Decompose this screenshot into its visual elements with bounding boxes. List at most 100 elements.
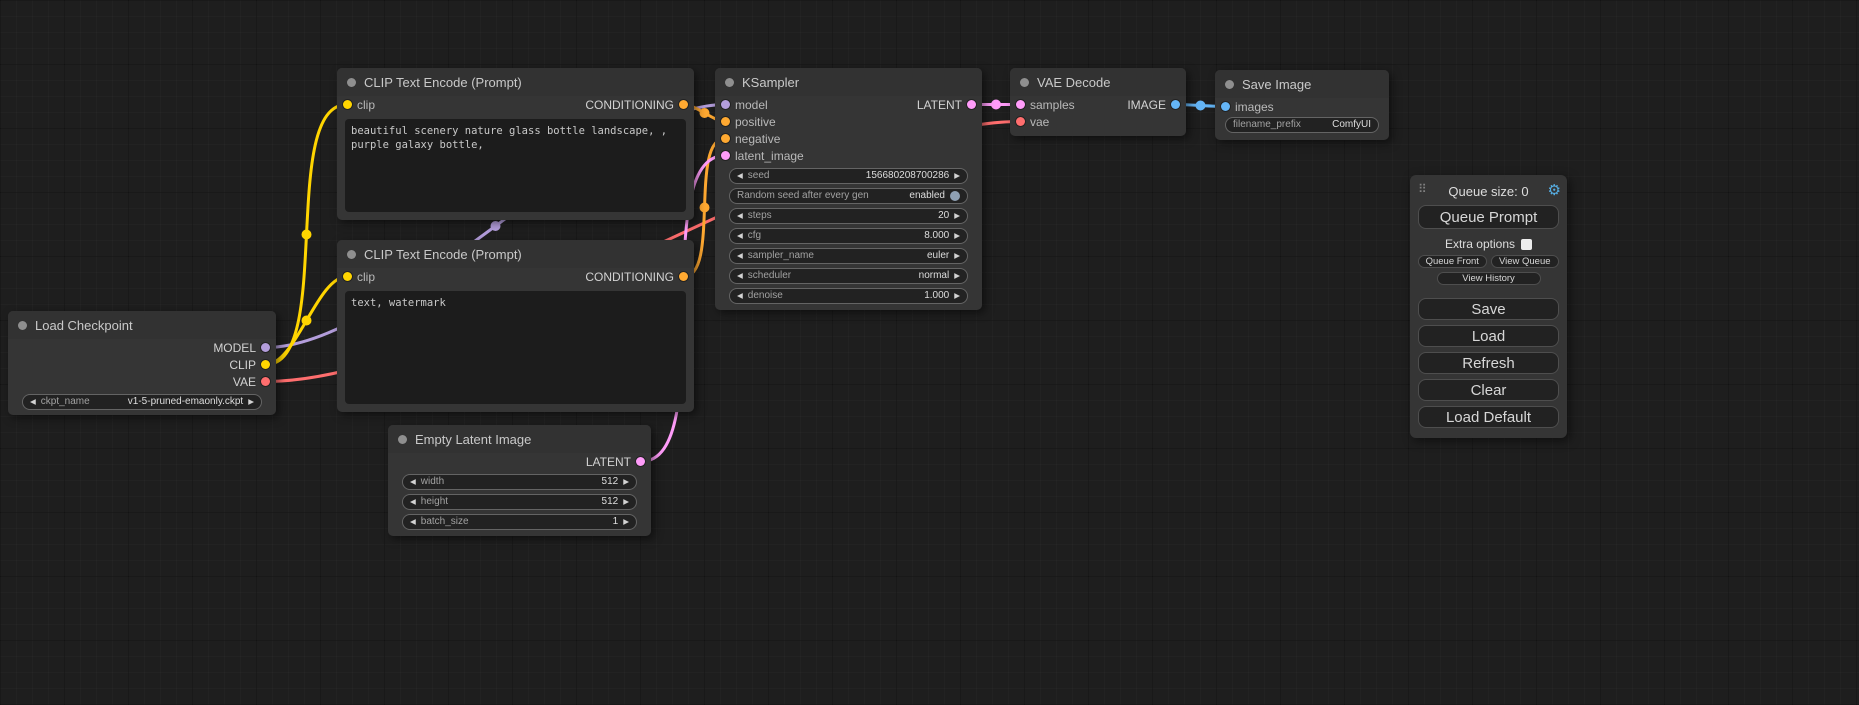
collapse-dot-icon[interactable]	[347, 250, 356, 259]
output-slot-conditioning[interactable]: CONDITIONING	[585, 98, 688, 112]
output-dot-model[interactable]	[261, 343, 270, 352]
widget-seed[interactable]: ◀ seed 156680208700286 ▶	[729, 168, 968, 184]
output-dot-vae[interactable]	[261, 377, 270, 386]
refresh-button[interactable]: Refresh	[1418, 352, 1559, 374]
graph-canvas[interactable]: Load Checkpoint MODEL CLIP VAE ◀ ckpt_na…	[0, 0, 1859, 705]
collapse-dot-icon[interactable]	[725, 78, 734, 87]
node-clip-text-encode-positive[interactable]: CLIP Text Encode (Prompt) clip CONDITION…	[337, 68, 694, 220]
node-title-bar[interactable]: CLIP Text Encode (Prompt)	[337, 240, 694, 268]
decrement-arrow-icon[interactable]: ◀	[737, 172, 743, 180]
link-dot-positive-conditioning[interactable]	[700, 108, 710, 118]
output-slot-vae[interactable]: VAE	[233, 375, 270, 389]
settings-gear-icon[interactable]: ⚙	[1548, 181, 1561, 199]
widget-height[interactable]: ◀ height 512 ▶	[402, 494, 637, 510]
input-dot-positive[interactable]	[721, 117, 730, 126]
output-slot-conditioning[interactable]: CONDITIONING	[585, 270, 688, 284]
input-dot-clip[interactable]	[343, 272, 352, 281]
node-title-bar[interactable]: Save Image	[1215, 70, 1389, 98]
input-slot-model[interactable]: model	[721, 98, 768, 112]
output-dot-image[interactable]	[1171, 100, 1180, 109]
toggle-indicator-icon[interactable]	[950, 191, 960, 201]
output-dot-clip[interactable]	[261, 360, 270, 369]
combo-left-arrow-icon[interactable]: ◀	[737, 272, 743, 280]
decrement-arrow-icon[interactable]: ◀	[737, 212, 743, 220]
queue-prompt-button[interactable]: Queue Prompt	[1418, 205, 1559, 229]
node-save-image[interactable]: Save Image images filename_prefix ComfyU…	[1215, 70, 1389, 140]
decrement-arrow-icon[interactable]: ◀	[737, 292, 743, 300]
input-dot-negative[interactable]	[721, 134, 730, 143]
input-slot-samples[interactable]: samples	[1016, 98, 1075, 112]
widget-cfg[interactable]: ◀ cfg 8.000 ▶	[729, 228, 968, 244]
increment-arrow-icon[interactable]: ▶	[954, 172, 960, 180]
node-vae-decode[interactable]: VAE Decode samples IMAGE vae	[1010, 68, 1186, 136]
node-title-bar[interactable]: Empty Latent Image	[388, 425, 651, 453]
node-clip-text-encode-negative[interactable]: CLIP Text Encode (Prompt) clip CONDITION…	[337, 240, 694, 412]
link-dot-latent-to-vae-decode[interactable]	[991, 100, 1001, 110]
widget-ckpt-name[interactable]: ◀ ckpt_name v1-5-pruned-emaonly.ckpt ▶	[22, 394, 262, 410]
combo-left-arrow-icon[interactable]: ◀	[30, 398, 36, 406]
output-dot-latent[interactable]	[636, 457, 645, 466]
node-ksampler[interactable]: KSampler model LATENT positive negative	[715, 68, 982, 310]
output-dot-conditioning[interactable]	[679, 100, 688, 109]
output-dot-conditioning[interactable]	[679, 272, 688, 281]
node-title-bar[interactable]: CLIP Text Encode (Prompt)	[337, 68, 694, 96]
input-slot-negative[interactable]: negative	[721, 132, 780, 146]
collapse-dot-icon[interactable]	[347, 78, 356, 87]
link-dot-clip-to-negative-prompt[interactable]	[302, 316, 312, 326]
link-dot-clip-to-positive-prompt[interactable]	[302, 230, 312, 240]
widget-denoise[interactable]: ◀ denoise 1.000 ▶	[729, 288, 968, 304]
node-empty-latent-image[interactable]: Empty Latent Image LATENT ◀ width 512 ▶ …	[388, 425, 651, 536]
output-dot-latent[interactable]	[967, 100, 976, 109]
input-dot-model[interactable]	[721, 100, 730, 109]
widget-filename-prefix[interactable]: filename_prefix ComfyUI	[1225, 117, 1379, 133]
combo-right-arrow-icon[interactable]: ▶	[954, 272, 960, 280]
decrement-arrow-icon[interactable]: ◀	[410, 518, 416, 526]
input-slot-vae[interactable]: vae	[1016, 115, 1049, 129]
combo-right-arrow-icon[interactable]: ▶	[954, 252, 960, 260]
negative-prompt-text[interactable]: text, watermark	[345, 291, 686, 404]
input-dot-clip[interactable]	[343, 100, 352, 109]
decrement-arrow-icon[interactable]: ◀	[410, 498, 416, 506]
view-history-button[interactable]: View History	[1437, 272, 1541, 285]
output-slot-latent[interactable]: LATENT	[586, 455, 645, 469]
increment-arrow-icon[interactable]: ▶	[623, 478, 629, 486]
increment-arrow-icon[interactable]: ▶	[954, 212, 960, 220]
collapse-dot-icon[interactable]	[1020, 78, 1029, 87]
link-clip-to-positive-prompt[interactable]	[266, 105, 347, 365]
output-slot-clip[interactable]: CLIP	[229, 358, 270, 372]
queue-front-button[interactable]: Queue Front	[1418, 255, 1487, 268]
widget-sampler-name[interactable]: ◀ sampler_name euler ▶	[729, 248, 968, 264]
combo-right-arrow-icon[interactable]: ▶	[248, 398, 254, 406]
load-button[interactable]: Load	[1418, 325, 1559, 347]
increment-arrow-icon[interactable]: ▶	[623, 518, 629, 526]
decrement-arrow-icon[interactable]: ◀	[410, 478, 416, 486]
node-load-checkpoint[interactable]: Load Checkpoint MODEL CLIP VAE ◀ ckpt_na…	[8, 311, 276, 415]
input-dot-vae[interactable]	[1016, 117, 1025, 126]
load-default-button[interactable]: Load Default	[1418, 406, 1559, 428]
widget-random-seed-toggle[interactable]: Random seed after every gen enabled	[729, 188, 968, 204]
widget-width[interactable]: ◀ width 512 ▶	[402, 474, 637, 490]
node-title-bar[interactable]: KSampler	[715, 68, 982, 96]
clear-button[interactable]: Clear	[1418, 379, 1559, 401]
collapse-dot-icon[interactable]	[18, 321, 27, 330]
collapse-dot-icon[interactable]	[1225, 80, 1234, 89]
increment-arrow-icon[interactable]: ▶	[623, 498, 629, 506]
output-slot-latent[interactable]: LATENT	[917, 98, 976, 112]
output-slot-model[interactable]: MODEL	[213, 341, 270, 355]
link-dot-model-to-ksampler[interactable]	[491, 221, 501, 231]
drag-handle-icon[interactable]: ⠿	[1418, 182, 1427, 196]
combo-left-arrow-icon[interactable]: ◀	[737, 252, 743, 260]
link-clip-to-negative-prompt[interactable]	[266, 277, 347, 365]
increment-arrow-icon[interactable]: ▶	[954, 232, 960, 240]
input-slot-images[interactable]: images	[1221, 100, 1274, 114]
input-dot-images[interactable]	[1221, 102, 1230, 111]
input-dot-latent-image[interactable]	[721, 151, 730, 160]
input-slot-latent-image[interactable]: latent_image	[721, 149, 804, 163]
input-dot-samples[interactable]	[1016, 100, 1025, 109]
widget-batch-size[interactable]: ◀ batch_size 1 ▶	[402, 514, 637, 530]
increment-arrow-icon[interactable]: ▶	[954, 292, 960, 300]
input-slot-positive[interactable]: positive	[721, 115, 776, 129]
collapse-dot-icon[interactable]	[398, 435, 407, 444]
save-button[interactable]: Save	[1418, 298, 1559, 320]
view-queue-button[interactable]: View Queue	[1491, 255, 1560, 268]
